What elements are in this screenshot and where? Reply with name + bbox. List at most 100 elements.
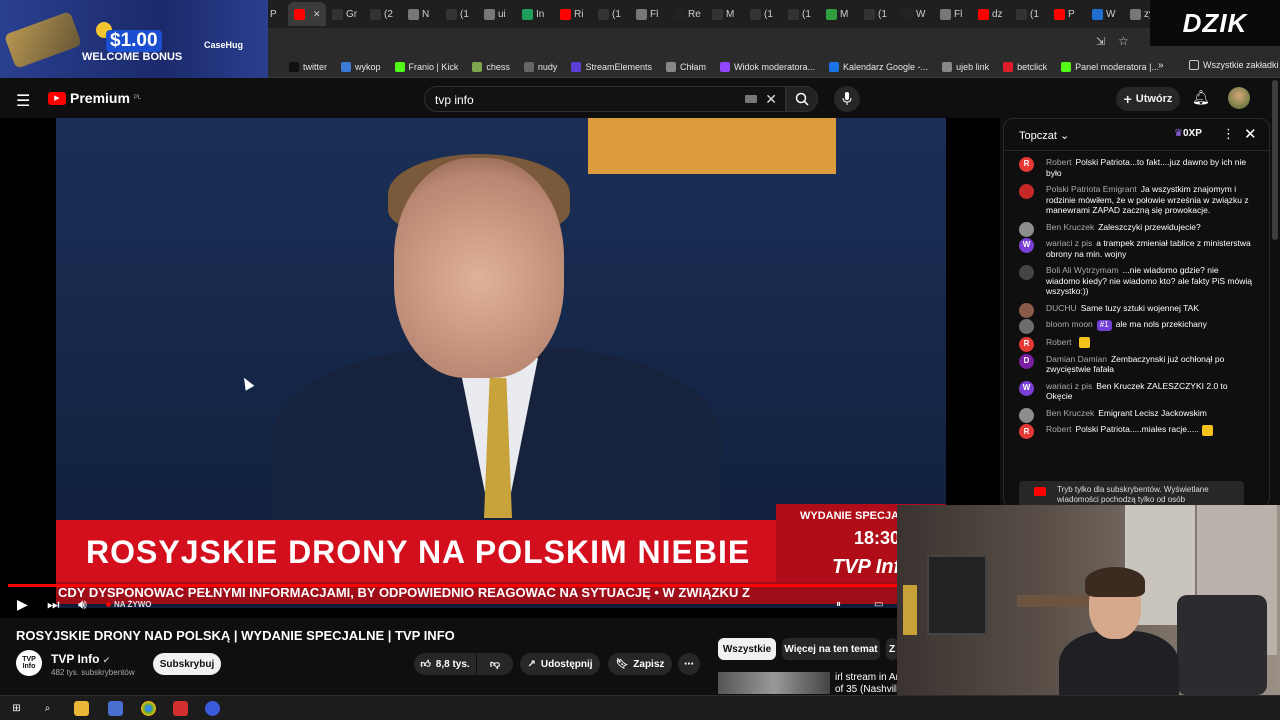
close-tab-icon[interactable]: ✕ bbox=[313, 9, 321, 20]
user-avatar[interactable] bbox=[1228, 87, 1250, 109]
chat-author-name[interactable]: wariaci z pis bbox=[1046, 238, 1092, 248]
chat-author-name[interactable]: Robert bbox=[1046, 424, 1072, 434]
app-icon[interactable] bbox=[173, 701, 188, 716]
chat-author-avatar[interactable]: R bbox=[1019, 336, 1034, 352]
progress-bar[interactable] bbox=[8, 584, 998, 587]
page-scrollbar[interactable] bbox=[1272, 80, 1278, 240]
search-button[interactable] bbox=[786, 86, 818, 112]
browser-tab[interactable]: Ri bbox=[554, 2, 592, 26]
browser-tab[interactable]: Re bbox=[668, 2, 706, 26]
chat-author-avatar[interactable] bbox=[1019, 265, 1034, 280]
xp-badge[interactable]: ♛0XP bbox=[1174, 128, 1202, 139]
voice-search-button[interactable] bbox=[834, 86, 860, 112]
chat-author-name[interactable]: Damian Damian bbox=[1046, 354, 1107, 364]
close-chat-icon[interactable]: ✕ bbox=[1244, 125, 1257, 143]
browser-tab[interactable]: (1 bbox=[858, 2, 896, 26]
browser-tab[interactable]: ✕ bbox=[288, 2, 326, 26]
chat-author-name[interactable]: wariaci z pis bbox=[1046, 381, 1092, 391]
channel-name[interactable]: TVP Info ✔ bbox=[51, 652, 110, 666]
video-player[interactable]: ROSYJSKIE DRONY NA POLSKIM NIEBIE WYDANI… bbox=[0, 118, 1000, 618]
chrome-icon[interactable] bbox=[141, 701, 156, 716]
share-button[interactable]: ↗ Udostępnij bbox=[520, 653, 600, 675]
bookmark-item[interactable]: nudy bbox=[517, 61, 565, 72]
app-icon[interactable] bbox=[205, 701, 220, 716]
pause-toggle-icon[interactable]: ⏸ bbox=[836, 599, 841, 610]
browser-tab[interactable]: (1 bbox=[744, 2, 782, 26]
more-bookmarks-icon[interactable]: » bbox=[1158, 60, 1164, 71]
bookmark-item[interactable]: Franio | Kick bbox=[388, 61, 466, 72]
chat-author-avatar[interactable] bbox=[1019, 302, 1034, 318]
bookmark-item[interactable]: ujeb link bbox=[935, 61, 996, 72]
chat-author-name[interactable]: Robert bbox=[1046, 157, 1072, 167]
like-button[interactable]: 👍︎ 8,8 tys. bbox=[414, 653, 476, 675]
chat-author-avatar[interactable]: R bbox=[1019, 424, 1034, 440]
browser-tab[interactable]: (1 bbox=[1010, 2, 1048, 26]
chat-author-name[interactable]: DUCHU bbox=[1046, 303, 1077, 313]
all-bookmarks-folder[interactable]: Wszystkie zakładki bbox=[1182, 60, 1280, 70]
chat-author-name[interactable]: bloom moon bbox=[1046, 319, 1093, 329]
bookmark-item[interactable]: wykop bbox=[334, 61, 388, 72]
browser-tab[interactable]: (1 bbox=[440, 2, 478, 26]
app-icon[interactable] bbox=[108, 701, 123, 716]
chat-author-name[interactable]: Boli Ali Wytrzymam bbox=[1046, 265, 1119, 275]
chat-author-avatar[interactable]: R bbox=[1019, 157, 1034, 172]
chat-author-name[interactable]: Ben Kruczek bbox=[1046, 408, 1094, 418]
browser-tab[interactable]: Fl bbox=[934, 2, 972, 26]
chat-mode-dropdown[interactable]: Topczat ⌄ bbox=[1019, 129, 1069, 142]
chat-author-name[interactable]: Polski Patriota Emigrant bbox=[1046, 184, 1137, 194]
bookmark-item[interactable]: Chłam bbox=[659, 61, 713, 72]
chat-author-avatar[interactable]: W bbox=[1019, 380, 1034, 396]
file-explorer-icon[interactable] bbox=[74, 701, 89, 716]
chat-author-avatar[interactable]: D bbox=[1019, 353, 1034, 369]
bookmark-item[interactable]: chess bbox=[465, 61, 517, 72]
browser-tab[interactable]: (1 bbox=[592, 2, 630, 26]
browser-tab[interactable]: M bbox=[820, 2, 858, 26]
browser-tab[interactable]: N bbox=[402, 2, 440, 26]
chat-author-avatar[interactable] bbox=[1019, 319, 1034, 334]
bookmark-item[interactable]: betclick bbox=[996, 61, 1054, 72]
bookmark-item[interactable]: Widok moderatora... bbox=[713, 61, 822, 72]
browser-tab[interactable]: (1 bbox=[782, 2, 820, 26]
browser-tab[interactable]: W bbox=[896, 2, 934, 26]
bookmark-item[interactable]: Panel moderatora |... bbox=[1054, 61, 1166, 72]
browser-tab[interactable]: ui bbox=[478, 2, 516, 26]
create-button[interactable]: + Utwórz bbox=[1116, 87, 1180, 111]
search-icon[interactable]: ⌕ bbox=[40, 701, 55, 716]
chat-author-avatar[interactable]: W bbox=[1019, 238, 1034, 253]
subscribe-button[interactable]: Subskrybuj bbox=[153, 653, 221, 675]
recommended-video[interactable]: irl stream in Ar of 35 (Nashvill bbox=[718, 672, 899, 695]
next-icon[interactable]: ⏭ bbox=[47, 596, 60, 613]
browser-tab[interactable]: M bbox=[706, 2, 744, 26]
chip-all[interactable]: Wszystkie bbox=[718, 638, 776, 660]
browser-tab[interactable]: dz bbox=[972, 2, 1010, 26]
bookmark-item[interactable]: Kalendarz Google -... bbox=[822, 61, 935, 72]
bookmark-star-icon[interactable]: ☆ bbox=[1118, 34, 1129, 48]
chat-author-avatar[interactable] bbox=[1019, 184, 1034, 199]
browser-tab[interactable]: In bbox=[516, 2, 554, 26]
live-indicator[interactable]: NA ŻYWO bbox=[106, 600, 151, 609]
dislike-button[interactable]: 👎︎ bbox=[477, 653, 513, 675]
chat-author-name[interactable]: Robert bbox=[1046, 337, 1072, 347]
install-app-icon[interactable]: ⇲ bbox=[1096, 35, 1105, 48]
browser-tab[interactable]: P bbox=[1048, 2, 1086, 26]
chat-options-icon[interactable]: ⋮ bbox=[1222, 126, 1235, 142]
volume-icon[interactable]: 🔊︎ bbox=[78, 596, 87, 613]
browser-tab[interactable]: Fl bbox=[630, 2, 668, 26]
search-input[interactable]: tvp info ✕ bbox=[424, 86, 786, 112]
bookmark-item[interactable]: twitter bbox=[282, 61, 334, 72]
windows-start-icon[interactable]: ⊞ bbox=[9, 701, 24, 716]
chat-author-name[interactable]: Ben Kruczek bbox=[1046, 222, 1094, 232]
chat-author-avatar[interactable] bbox=[1019, 221, 1034, 237]
youtube-logo[interactable]: ▶ Premium PL bbox=[48, 90, 141, 106]
play-icon[interactable]: ▶ bbox=[17, 596, 28, 613]
browser-tab[interactable]: W bbox=[1086, 2, 1124, 26]
channel-avatar[interactable]: TVP Info bbox=[16, 650, 42, 676]
browser-tab[interactable]: (2 bbox=[364, 2, 402, 26]
chip-related[interactable]: Więcej na ten temat bbox=[782, 638, 880, 660]
miniplayer-icon[interactable]: ▭ bbox=[874, 599, 883, 610]
bookmark-item[interactable]: StreamElements bbox=[564, 61, 659, 72]
clear-search-icon[interactable]: ✕ bbox=[765, 91, 777, 108]
browser-tab[interactable]: Gr bbox=[326, 2, 364, 26]
save-button[interactable]: 🔖︎ Zapisz bbox=[608, 653, 672, 675]
more-actions-button[interactable]: ⋯ bbox=[678, 653, 700, 675]
